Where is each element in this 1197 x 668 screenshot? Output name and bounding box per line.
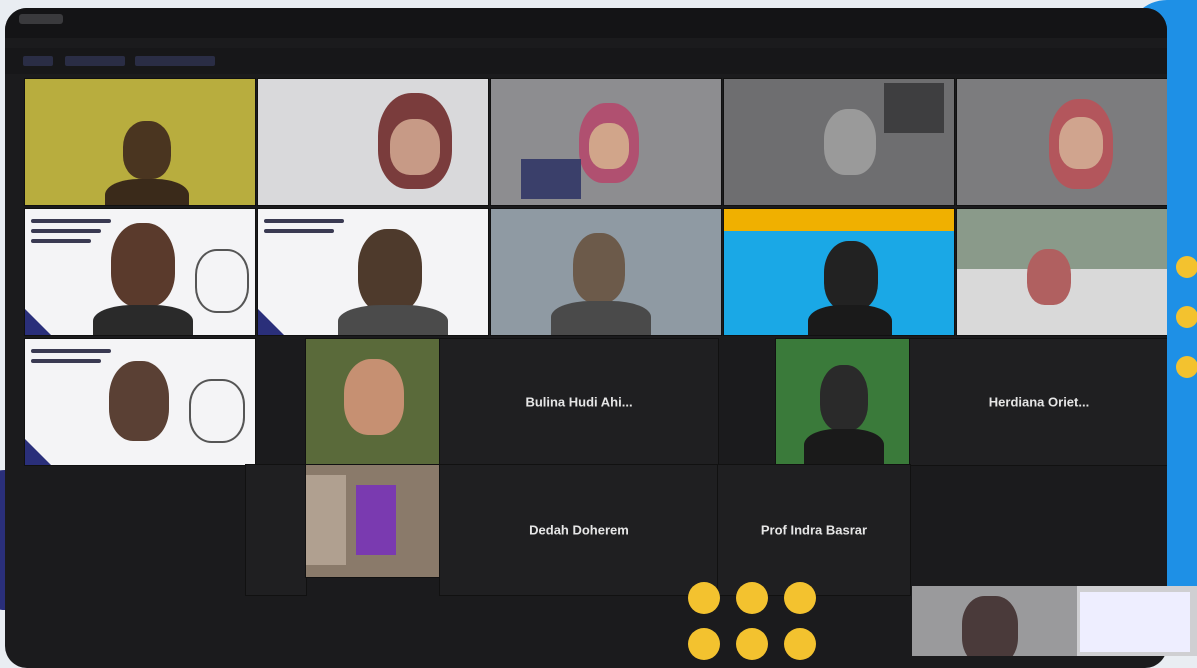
window-title [19,14,63,24]
participant-video-tile[interactable] [775,338,911,466]
participant-name-tile[interactable]: Prof Indra Basrar [717,464,911,596]
participant-video-tile[interactable] [305,464,441,578]
self-view-thumbnail[interactable] [912,586,1197,656]
participant-video-tile[interactable] [305,338,441,466]
toolbar-item[interactable] [65,56,125,66]
toolbar-item[interactable] [23,56,53,66]
participant-name: Prof Indra Basrar [760,522,868,538]
participant-name: Bulina Hudi Ahi... [525,394,633,410]
participant-video-tile[interactable] [490,78,722,206]
participant-video-tile[interactable] [257,208,489,336]
empty-tile [245,464,307,596]
decorative-dot [1176,356,1197,378]
participant-video-tile[interactable] [956,208,1167,336]
participant-video-tile[interactable] [24,78,256,206]
decorative-dot [1176,306,1197,328]
participant-video-tile[interactable] [723,208,955,336]
participant-name-tile[interactable]: Dedah Doherem [439,464,719,596]
decorative-dot [1176,256,1197,278]
decorative-dot [784,582,816,614]
participant-video-tile[interactable] [257,78,489,206]
participant-name-tile[interactable]: Herdiana Oriet... [909,338,1167,466]
video-call-window: Bulina Hudi Ahi... Herdiana Oriet... Ded… [5,8,1167,668]
participant-name: Dedah Doherem [529,522,629,538]
decorative-dot [784,628,816,660]
participant-video-tile[interactable] [24,338,256,466]
meeting-toolbar [5,48,1167,74]
participant-video-tile[interactable] [956,78,1167,206]
decorative-dot [736,628,768,660]
participant-name: Herdiana Oriet... [988,394,1090,410]
decorative-dot [688,582,720,614]
participant-name-tile[interactable]: Bulina Hudi Ahi... [439,338,719,466]
decorative-dot [736,582,768,614]
decorative-dot [688,628,720,660]
participant-video-tile[interactable] [24,208,256,336]
participant-video-tile[interactable] [490,208,722,336]
window-title-bar [5,8,1167,38]
toolbar-item[interactable] [135,56,215,66]
participant-video-tile[interactable] [723,78,955,206]
